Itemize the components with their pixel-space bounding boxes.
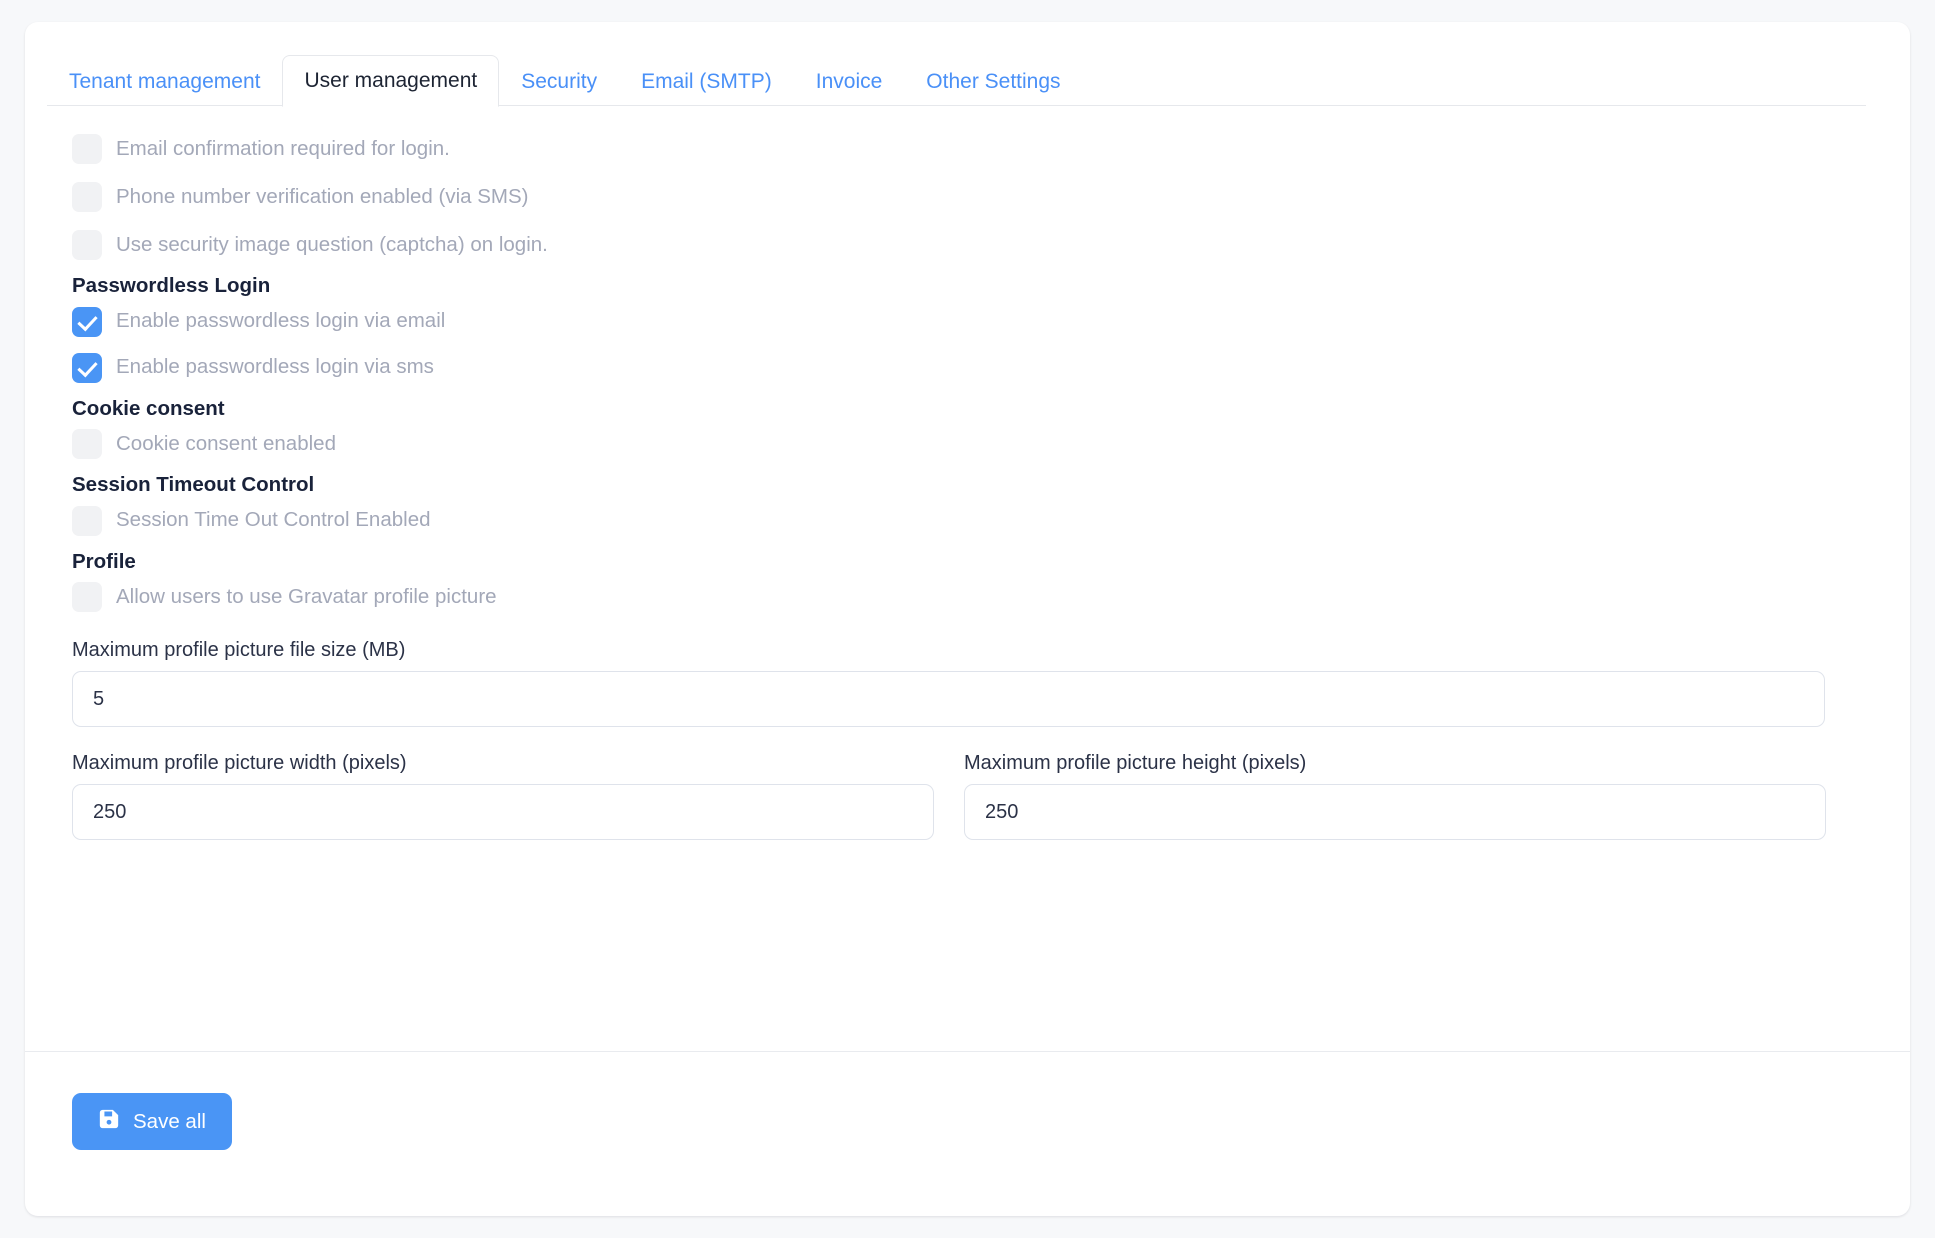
- checkbox-row-session-timeout[interactable]: Session Time Out Control Enabled: [72, 504, 1863, 538]
- checkbox-label-passwordless-sms: Enable passwordless login via sms: [116, 355, 434, 379]
- dimension-fields-row: Maximum profile picture width (pixels) 2…: [72, 727, 1863, 840]
- checkbox-label-gravatar: Allow users to use Gravatar profile pict…: [116, 584, 497, 608]
- user-management-panel: Email confirmation required for login. P…: [25, 106, 1910, 840]
- tab-security[interactable]: Security: [499, 56, 619, 107]
- checkbox-label-passwordless-email: Enable passwordless login via email: [116, 309, 446, 333]
- max-height-field-group: Maximum profile picture height (pixels) …: [964, 727, 1826, 840]
- label-max-height: Maximum profile picture height (pixels): [964, 752, 1307, 774]
- checkbox-gravatar[interactable]: [72, 582, 102, 612]
- label-max-file-size: Maximum profile picture file size (MB): [72, 639, 406, 661]
- checkbox-label-session-timeout: Session Time Out Control Enabled: [116, 508, 431, 532]
- save-all-button-label: Save all: [133, 1109, 206, 1133]
- label-max-width: Maximum profile picture width (pixels): [72, 752, 407, 774]
- checkbox-session-timeout[interactable]: [72, 505, 102, 536]
- section-heading-passwordless-login: Passwordless Login: [72, 274, 271, 297]
- checkbox-row-email-confirmation[interactable]: Email confirmation required for login.: [72, 132, 1863, 166]
- tabbar: Tenant management User management Securi…: [47, 48, 1888, 107]
- section-heading-profile: Profile: [72, 549, 136, 573]
- card-footer: Save all: [25, 1052, 1910, 1216]
- checkbox-row-phone-verification[interactable]: Phone number verification enabled (via S…: [72, 180, 1863, 214]
- input-max-file-size[interactable]: 5: [72, 671, 1825, 727]
- tab-list: Tenant management User management Securi…: [47, 48, 1888, 107]
- checkbox-email-confirmation[interactable]: [72, 134, 102, 164]
- tab-email-smtp[interactable]: Email (SMTP): [619, 56, 794, 107]
- checkbox-row-gravatar[interactable]: Allow users to use Gravatar profile pict…: [72, 580, 1863, 614]
- checkbox-row-cookie-consent[interactable]: Cookie consent enabled: [72, 427, 1863, 461]
- checkbox-label-cookie-consent: Cookie consent enabled: [116, 431, 336, 455]
- section-heading-session-timeout: Session Timeout Control: [72, 473, 315, 496]
- checkbox-passwordless-sms[interactable]: [72, 352, 102, 383]
- input-max-height[interactable]: 250: [964, 784, 1826, 840]
- max-width-field-group: Maximum profile picture width (pixels) 2…: [72, 727, 934, 840]
- page-background: Tenant management User management Securi…: [0, 0, 1935, 1238]
- checkbox-row-passwordless-sms[interactable]: Enable passwordless login via sms: [72, 351, 1863, 385]
- checkbox-captcha[interactable]: [72, 230, 102, 260]
- save-floppy-icon: [98, 1108, 120, 1136]
- input-max-width[interactable]: 250: [72, 784, 934, 840]
- save-all-button[interactable]: Save all: [72, 1093, 232, 1150]
- checkbox-passwordless-email[interactable]: [72, 306, 102, 337]
- checkbox-row-passwordless-email[interactable]: Enable passwordless login via email: [72, 305, 1863, 339]
- tab-invoice[interactable]: Invoice: [794, 56, 905, 107]
- section-heading-cookie-consent: Cookie consent: [72, 396, 225, 420]
- settings-card: Tenant management User management Securi…: [25, 22, 1910, 1216]
- tab-user-management[interactable]: User management: [282, 55, 500, 107]
- checkbox-row-captcha[interactable]: Use security image question (captcha) on…: [72, 228, 1863, 262]
- checkbox-label-captcha: Use security image question (captcha) on…: [116, 232, 548, 256]
- tab-tenant-management[interactable]: Tenant management: [47, 56, 282, 107]
- checkbox-phone-verification[interactable]: [72, 182, 102, 212]
- checkbox-label-email-confirmation: Email confirmation required for login.: [116, 136, 450, 160]
- checkbox-label-phone-verification: Phone number verification enabled (via S…: [116, 184, 529, 208]
- checkbox-cookie-consent[interactable]: [72, 429, 102, 459]
- tab-other-settings[interactable]: Other Settings: [904, 56, 1082, 107]
